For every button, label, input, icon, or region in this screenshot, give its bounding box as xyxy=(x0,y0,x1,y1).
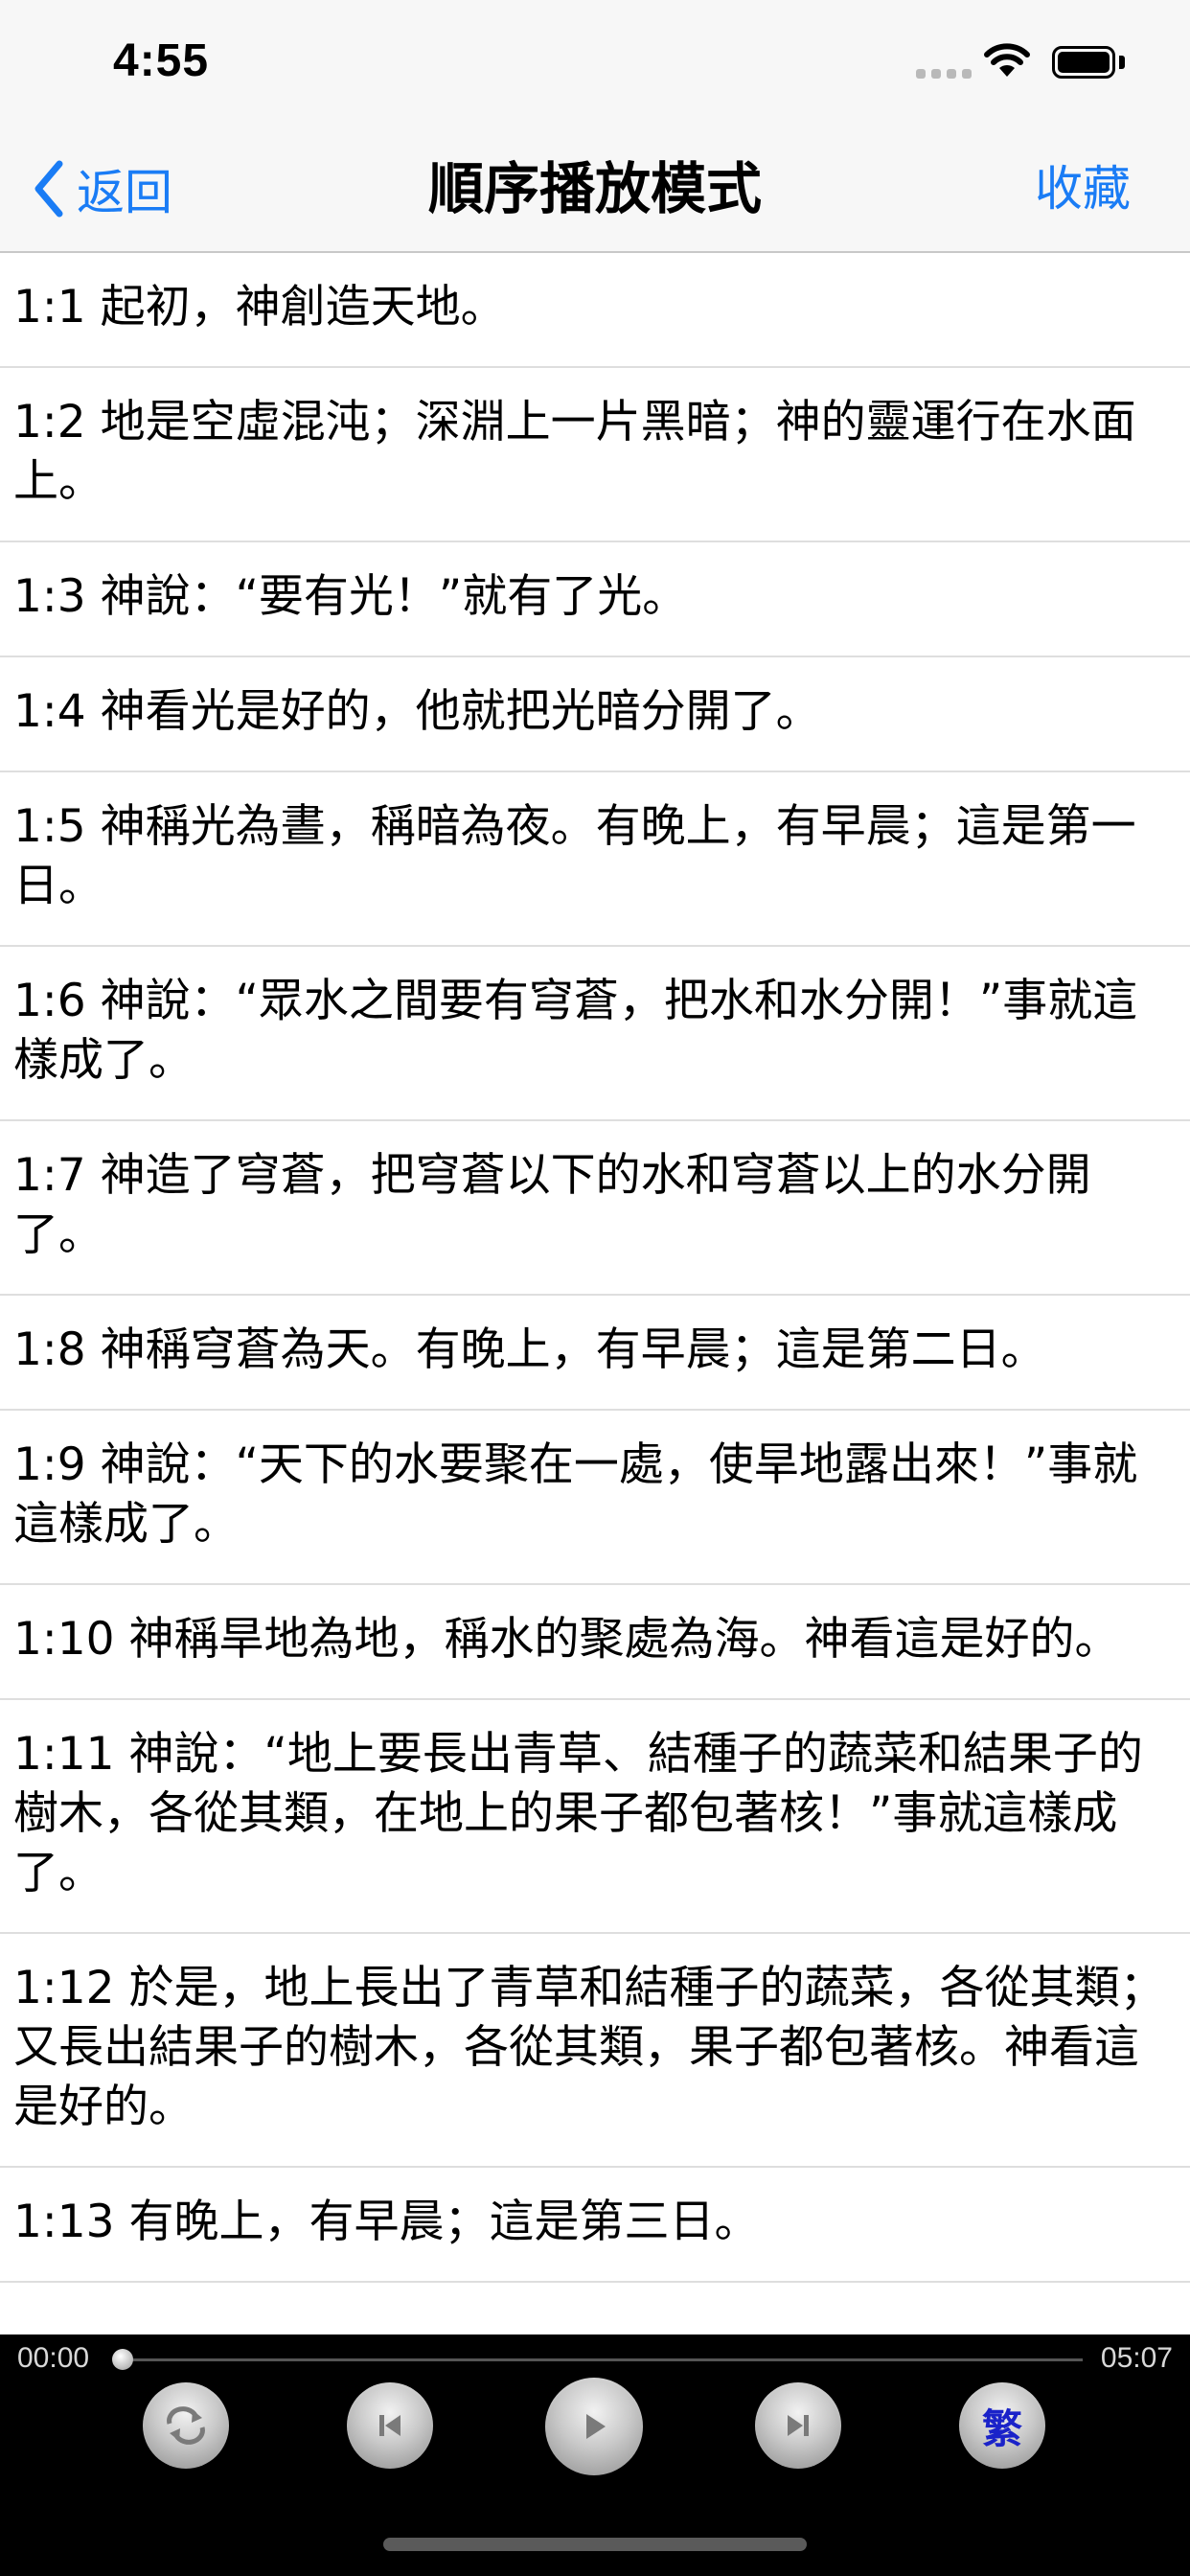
verse-list: 1:1 起初，神創造天地。 1:2 地是空虛混沌；深淵上一片黑暗；神的靈運行在水… xyxy=(0,253,1190,2283)
play-icon xyxy=(586,2414,606,2439)
verse-row[interactable]: 1:12 於是，地上長出了青草和結種子的蔬菜，各從其類；又長出結果子的樹木，各從… xyxy=(0,1934,1190,2168)
next-button[interactable] xyxy=(755,2382,841,2469)
verse-row[interactable]: 1:9 神說：“天下的水要聚在一處，使旱地露出來！”事就這樣成了。 xyxy=(0,1411,1190,1585)
progress-slider[interactable] xyxy=(112,2349,1083,2370)
verse-row[interactable]: 1:7 神造了穹蒼，把穹蒼以下的水和穹蒼以上的水分開了。 xyxy=(0,1121,1190,1296)
current-time: 00:00 xyxy=(17,2342,90,2374)
language-toggle-label: 繁 xyxy=(981,2404,1022,2452)
navigation-bar: 返回 順序播放模式 收藏 xyxy=(0,126,1190,253)
play-button[interactable] xyxy=(545,2378,643,2475)
verse-row[interactable]: 1:6 神說：“眾水之間要有穹蒼，把水和水分開！”事就這樣成了。 xyxy=(0,947,1190,1121)
verse-row[interactable]: 1:3 神說：“要有光！”就有了光。 xyxy=(0,542,1190,657)
repeat-icon xyxy=(167,2406,205,2445)
battery-cap xyxy=(1119,56,1125,69)
previous-icon xyxy=(379,2415,400,2436)
home-indicator xyxy=(383,2538,807,2551)
verse-row[interactable]: 1:4 神看光是好的，他就把光暗分開了。 xyxy=(0,657,1190,772)
battery-icon xyxy=(1052,46,1115,79)
language-toggle-button[interactable]: 繁 xyxy=(959,2382,1045,2469)
next-icon xyxy=(788,2415,809,2436)
verse-row[interactable]: 1:13 有晚上，有早晨；這是第三日。 xyxy=(0,2168,1190,2283)
verse-row[interactable]: 1:11 神說：“地上要長出青草、結種子的蔬菜和結果子的樹木，各從其類，在地上的… xyxy=(0,1700,1190,1934)
verse-row[interactable]: 1:1 起初，神創造天地。 xyxy=(0,253,1190,368)
total-time: 05:07 xyxy=(1100,2342,1173,2374)
verse-row[interactable]: 1:2 地是空虛混沌；深淵上一片黑暗；神的靈運行在水面上。 xyxy=(0,368,1190,542)
progress-thumb[interactable] xyxy=(112,2349,133,2370)
wifi-icon xyxy=(983,42,1031,82)
status-bar: 4:55 xyxy=(0,0,1190,126)
cellular-signal-icon xyxy=(916,69,972,79)
verse-row[interactable]: 1:5 神稱光為晝，稱暗為夜。有晚上，有早晨；這是第一日。 xyxy=(0,772,1190,947)
verse-row[interactable]: 1:10 神稱旱地為地，稱水的聚處為海。神看這是好的。 xyxy=(0,1585,1190,1700)
favorite-button[interactable]: 收藏 xyxy=(1035,155,1131,222)
previous-button[interactable] xyxy=(347,2382,433,2469)
page-title: 順序播放模式 xyxy=(427,156,762,221)
repeat-button[interactable] xyxy=(143,2382,229,2469)
status-time: 4:55 xyxy=(113,35,210,86)
verse-row[interactable]: 1:8 神稱穹蒼為天。有晚上，有早晨；這是第二日。 xyxy=(0,1296,1190,1411)
